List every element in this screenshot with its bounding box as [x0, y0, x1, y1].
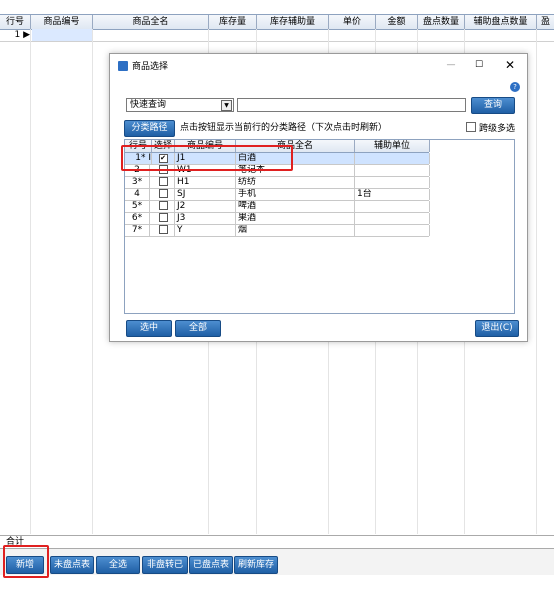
select-button[interactable]: 选中 [126, 320, 172, 337]
col-stock-aux[interactable]: 库存辅助量 [257, 15, 329, 29]
row-checkbox[interactable] [152, 213, 175, 224]
table-row[interactable]: 3* H1 纺纺 [125, 177, 430, 189]
col-surplus[interactable]: 盈 [537, 15, 554, 29]
checkbox-icon[interactable] [158, 213, 168, 222]
checkbox-icon[interactable] [158, 225, 168, 234]
query-type-value: 快速查询 [130, 100, 167, 110]
close-icon[interactable]: ✕ [500, 56, 520, 74]
convert-counted-button[interactable]: 非盘转已盘 [142, 556, 188, 586]
row-number: 1 ▶ [14, 30, 30, 40]
minimize-icon[interactable]: — [441, 56, 461, 74]
query-type-select[interactable]: 快速查询 ▼ [126, 98, 234, 112]
refresh-stock-button[interactable]: 刷新库存 [234, 556, 278, 574]
select-all-button[interactable]: 全选 [96, 556, 140, 574]
row-checkbox[interactable] [152, 189, 175, 200]
row-code: H1 [175, 177, 236, 188]
maximize-icon[interactable]: ☐ [469, 56, 489, 74]
table-row[interactable]: 7* Y 烟 [125, 225, 430, 237]
row-aux-unit: 1台 [355, 189, 430, 200]
query-input[interactable] [237, 98, 466, 112]
category-hint: 点击按钮显示当前行的分类路径（下次点击时刷新） [180, 123, 388, 133]
table-row[interactable]: 6* J3 果酒 [125, 213, 430, 225]
dialog-title: 商品选择 [132, 62, 169, 72]
col-price[interactable]: 单价 [329, 15, 376, 29]
table-row[interactable]: 1 ▶ [0, 29, 554, 42]
row-number: 3* [125, 177, 150, 188]
col-stock[interactable]: 库存量 [209, 15, 257, 29]
checkbox-icon[interactable] [466, 122, 476, 132]
row-checkbox[interactable] [152, 201, 175, 212]
row-code: Y [175, 225, 236, 236]
checkbox-icon[interactable] [158, 189, 168, 198]
row-aux-unit [355, 213, 430, 224]
query-button[interactable]: 查询 [471, 97, 515, 114]
row-checkbox[interactable] [152, 177, 175, 188]
table-row[interactable]: 4 SJ 手机 1台 [125, 189, 430, 201]
selected-cell[interactable] [32, 29, 92, 41]
multi-select-toggle[interactable]: 跨级多选 [466, 122, 515, 135]
row-name: 手机 [236, 189, 355, 200]
checkbox-icon[interactable] [158, 201, 168, 210]
row-checkbox[interactable] [152, 225, 175, 236]
col-row-no[interactable]: 行号 [0, 15, 31, 29]
col-name[interactable]: 商品全名 [93, 15, 209, 29]
row-aux-unit [355, 177, 430, 188]
counted-button[interactable]: 已盘点表 [189, 556, 233, 574]
product-select-dialog: 商品选择 — ☐ ✕ ? 快速查询 ▼ 查询 分类路径 点击按钮显示当前行的分类… [109, 53, 528, 342]
col-aux-unit[interactable]: 辅助单位 [355, 140, 430, 152]
row-name: 烟 [236, 225, 355, 236]
multi-select-label: 跨级多选 [479, 124, 516, 134]
help-icon[interactable]: ? [510, 82, 520, 92]
exit-button[interactable]: 退出(C) [475, 320, 519, 337]
table-row[interactable]: 5* J2 啤酒 [125, 201, 430, 213]
row-number: 7* [125, 225, 150, 236]
highlight-add-button [3, 545, 49, 578]
row-number: 6* [125, 213, 150, 224]
row-aux-unit [355, 165, 430, 176]
total-row: 合计 [0, 535, 554, 549]
row-code: J3 [175, 213, 236, 224]
row-aux-unit [355, 153, 430, 164]
app-icon [118, 61, 128, 71]
row-name: 啤酒 [236, 201, 355, 212]
row-code: J2 [175, 201, 236, 212]
uncounted-button[interactable]: 未盘点表 [50, 556, 94, 574]
row-code: SJ [175, 189, 236, 200]
category-path-button[interactable]: 分类路径 [124, 120, 175, 137]
col-count-qty[interactable]: 盘点数量 [418, 15, 465, 29]
row-number: 5* [125, 201, 150, 212]
main-grid-header: 行号 商品编号 商品全名 库存量 库存辅助量 单价 金额 盘点数量 辅助盘点数量… [0, 14, 554, 30]
col-aux-count-qty[interactable]: 辅助盘点数量 [465, 15, 537, 29]
row-number: 4 [125, 189, 150, 200]
bottom-toolbar: 新增 未盘点表 全选 非盘转已盘 已盘点表 刷新库存 [0, 549, 554, 586]
checkbox-icon[interactable] [158, 177, 168, 186]
chevron-down-icon[interactable]: ▼ [221, 100, 232, 111]
col-code[interactable]: 商品编号 [31, 15, 93, 29]
row-aux-unit [355, 201, 430, 212]
row-name: 果酒 [236, 213, 355, 224]
col-amount[interactable]: 金额 [376, 15, 418, 29]
all-button[interactable]: 全部 [175, 320, 221, 337]
row-name: 纺纺 [236, 177, 355, 188]
row-aux-unit [355, 225, 430, 236]
highlight-first-row [121, 145, 293, 171]
